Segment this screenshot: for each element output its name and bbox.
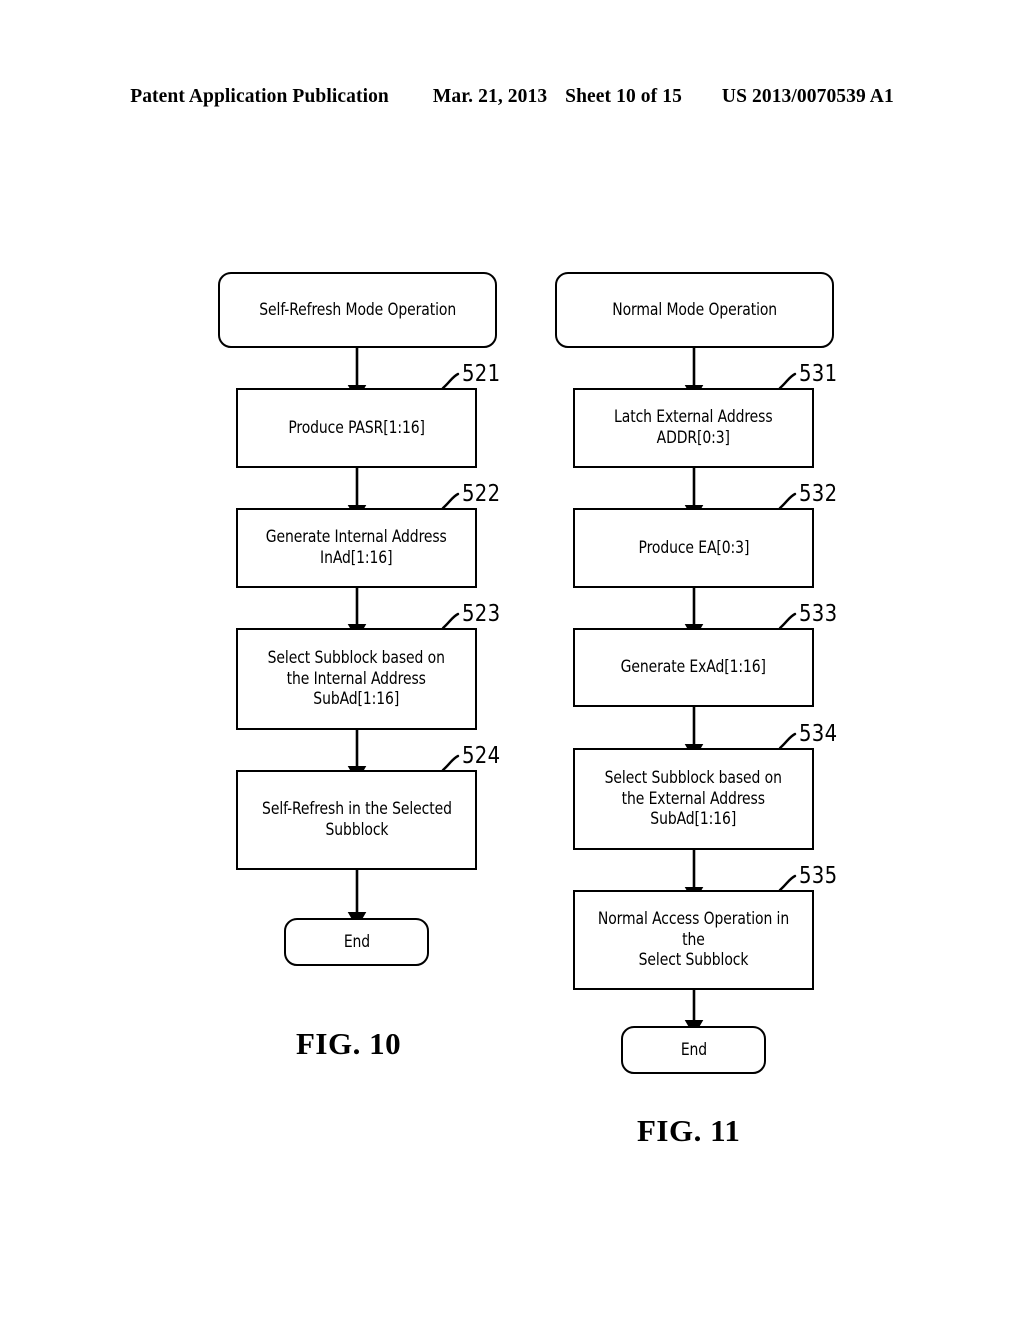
node-start-self-refresh-mode[interactable]: Self-Refresh Mode Operation (218, 272, 497, 348)
node-step-535[interactable]: Normal Access Operation in the Select Su… (573, 890, 814, 990)
figure-area: Self-Refresh Mode Operation Produce PASR… (0, 0, 1024, 1320)
ref-number-522: 522 (462, 481, 501, 507)
node-label: Self-Refresh in the Selected Subblock (261, 799, 452, 839)
figure-caption-10: FIG. 10 (296, 1026, 402, 1061)
node-label: Generate ExAd[1:16] (620, 657, 767, 677)
node-label: Latch External Address ADDR[0:3] (614, 407, 773, 447)
node-step-531[interactable]: Latch External Address ADDR[0:3] (573, 388, 814, 468)
ref-number-531: 531 (799, 361, 838, 387)
node-step-521[interactable]: Produce PASR[1:16] (236, 388, 477, 468)
node-label: Self-Refresh Mode Operation (259, 299, 456, 319)
node-label: Normal Mode Operation (612, 299, 777, 319)
node-step-532[interactable]: Produce EA[0:3] (573, 508, 814, 588)
node-label: Select Subblock based on the Internal Ad… (267, 647, 446, 709)
node-step-524[interactable]: Self-Refresh in the Selected Subblock (236, 770, 477, 870)
ref-number-521: 521 (462, 361, 501, 387)
ref-number-532: 532 (799, 481, 838, 507)
ref-number-523: 523 (462, 601, 501, 627)
node-end-right[interactable]: End (621, 1026, 766, 1074)
ref-number-535: 535 (799, 863, 838, 889)
ref-number-524: 524 (462, 743, 501, 769)
node-start-normal-mode[interactable]: Normal Mode Operation (555, 272, 834, 348)
ref-number-533: 533 (799, 601, 838, 627)
node-step-534[interactable]: Select Subblock based on the External Ad… (573, 748, 814, 850)
node-step-523[interactable]: Select Subblock based on the Internal Ad… (236, 628, 477, 730)
node-label: Normal Access Operation in the Select Su… (597, 908, 790, 970)
ref-number-534: 534 (799, 721, 838, 747)
node-label: Produce EA[0:3] (638, 537, 749, 557)
node-label: Select Subblock based on the External Ad… (604, 767, 783, 829)
node-end-left[interactable]: End (284, 918, 429, 966)
node-step-522[interactable]: Generate Internal Address InAd[1:16] (236, 508, 477, 588)
node-label: Generate Internal Address InAd[1:16] (266, 527, 447, 567)
flowchart-connectors (347, 348, 797, 1036)
node-label: End (343, 931, 370, 951)
node-label: Produce PASR[1:16] (288, 417, 425, 437)
node-label: End (680, 1039, 707, 1059)
node-step-533[interactable]: Generate ExAd[1:16] (573, 628, 814, 707)
figure-caption-11: FIG. 11 (637, 1113, 741, 1148)
